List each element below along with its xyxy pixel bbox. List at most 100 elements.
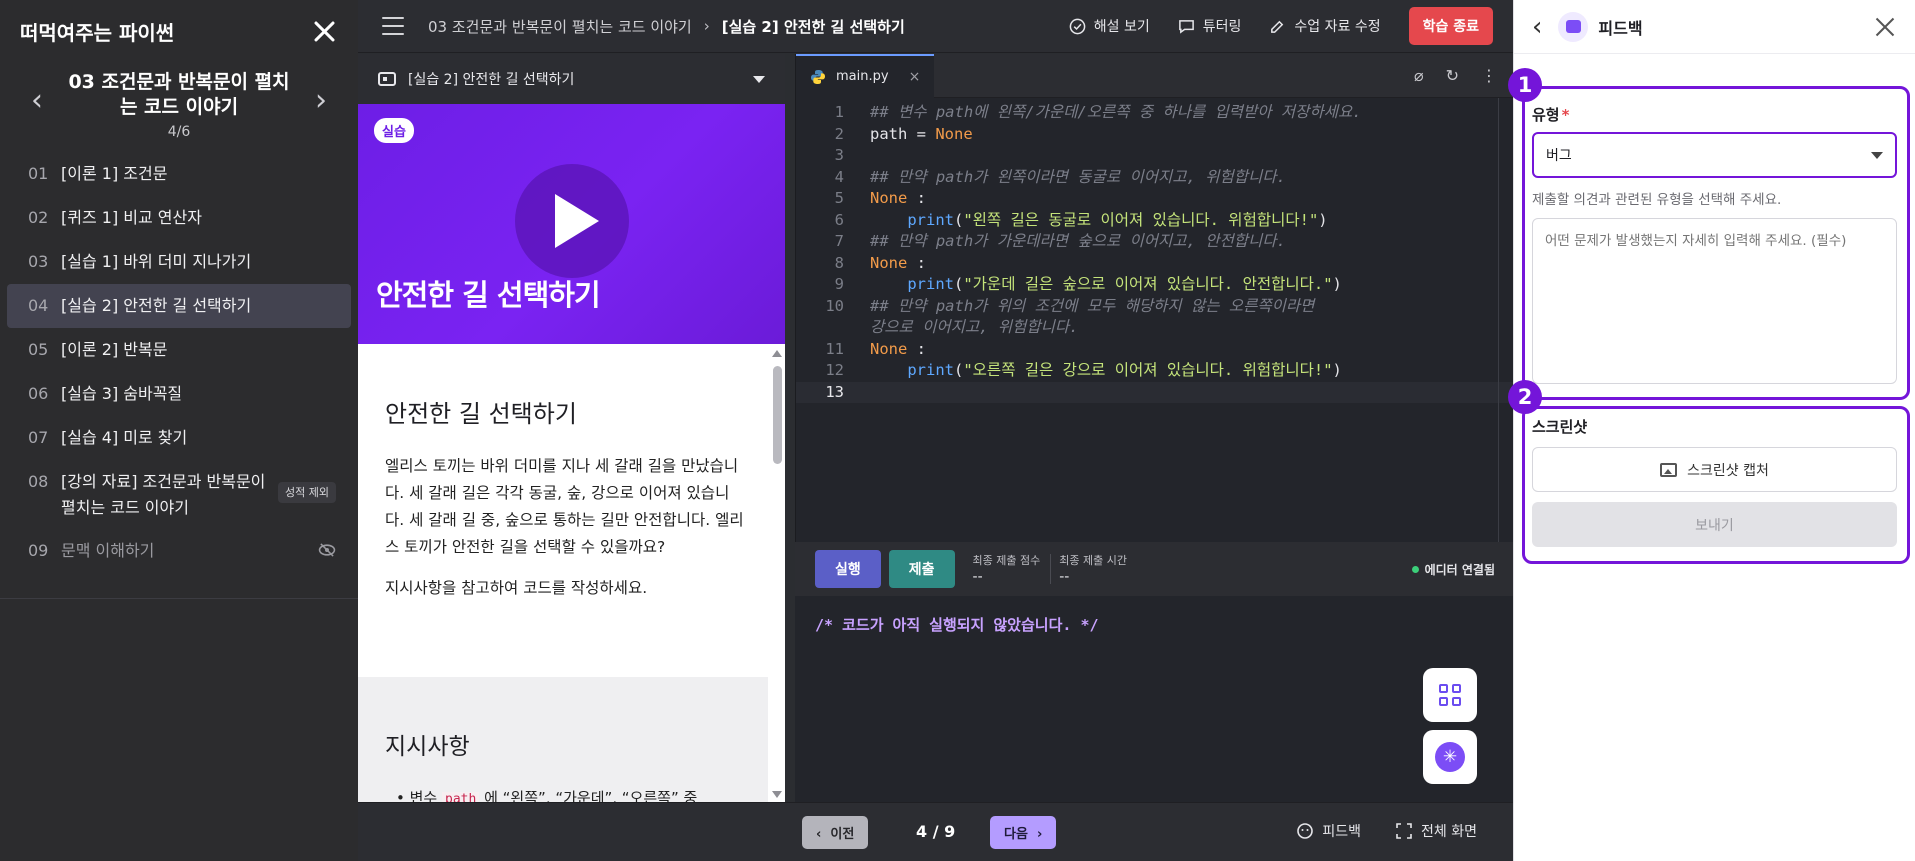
code-line[interactable]: 10 ## 만약 path가 위의 조건에 모두 해당하지 않는 오른쪽이라면	[796, 296, 1513, 318]
line-number: 6	[834, 210, 844, 229]
code-line[interactable]: 12 print("오른쪽 길은 강으로 이어져 있습니다. 위험합니다!")	[796, 360, 1513, 382]
code-line[interactable]: 5 None :	[796, 188, 1513, 210]
stat-divider	[1050, 554, 1052, 584]
lesson-item[interactable]: 08 [강의 자료] 조건문과 반복문이 펼치는 코드 이야기 성적 제외	[0, 460, 358, 529]
solution-button[interactable]: 해설 보기	[1069, 16, 1150, 36]
lesson-item[interactable]: 06 [실습 3] 숨바꼭질	[0, 372, 358, 416]
code-token: print	[907, 275, 954, 293]
lesson-item[interactable]: 07 [실습 4] 미로 찾기	[0, 416, 358, 460]
next-button[interactable]: 다음 ›	[990, 816, 1057, 849]
instructions-title: 지시사항	[385, 734, 470, 760]
play-icon[interactable]	[515, 164, 629, 278]
content-selector[interactable]: [실습 2] 안전한 길 선택하기	[358, 54, 785, 104]
line-content: None :	[846, 253, 926, 275]
caret-down-icon	[1871, 151, 1883, 159]
run-button[interactable]: 실행	[815, 550, 881, 588]
tutoring-button[interactable]: 튜터링	[1178, 16, 1241, 36]
code-line[interactable]: 7 ## 만약 path가 가운데라면 숲으로 이어지고, 안전합니다.	[796, 231, 1513, 253]
close-icon[interactable]	[1873, 15, 1897, 39]
lesson-label: [실습 2] 안전한 길 선택하기	[61, 296, 252, 315]
code-token: "왼쪽 길은 동굴로 이어져 있습니다. 위험합니다!"	[963, 210, 1319, 229]
chevron-left-icon[interactable]: ‹	[20, 70, 54, 130]
feedback-title: 피드백	[1598, 18, 1643, 38]
screenshot-capture-button[interactable]: 스크린샷 캡처	[1532, 447, 1897, 492]
lesson-number: 06	[28, 384, 49, 403]
send-button[interactable]: 보내기	[1532, 502, 1897, 547]
line-number: 9	[834, 275, 844, 293]
lesson-item[interactable]: 01 [이론 1] 조건문	[0, 152, 358, 196]
end-study-button[interactable]: 학습 종료	[1408, 7, 1493, 45]
feedback-button[interactable]: 피드백	[1296, 821, 1361, 841]
console-output: /* 코드가 아직 실행되지 않았습니다. */	[815, 616, 1099, 634]
code-line[interactable]: 강으로 이어지고, 위험합니다.	[796, 317, 1513, 339]
sidebar-header: 떠먹여주는 파이썬	[0, 0, 358, 62]
fullscreen-icon	[1396, 823, 1412, 839]
lesson-label: 문맥 이해하기	[61, 541, 155, 560]
lesson-label: [이론 1] 조건문	[61, 164, 168, 183]
ai-helper-button[interactable]: ✳	[1423, 730, 1477, 784]
more-vertical-icon[interactable]: ⋮	[1481, 66, 1497, 85]
lesson-number: 09	[28, 541, 49, 560]
content-selector-label: [실습 2] 안전한 길 선택하기	[408, 72, 575, 88]
lesson-label: [퀴즈 1] 비교 연산자	[61, 208, 202, 227]
apps-button[interactable]	[1423, 668, 1477, 722]
code-line[interactable]: 9 print("가운데 길은 숲으로 이어져 있습니다. 안전합니다.")	[796, 274, 1513, 296]
line-content: ## 변수 path에 왼쪽/가운데/오른쪽 중 하나를 입력받아 저장하세요.	[846, 102, 1362, 124]
lesson-number: 05	[28, 340, 49, 359]
refresh-icon[interactable]: ↻	[1446, 66, 1459, 85]
scroll-up-icon[interactable]	[772, 350, 782, 357]
article-scrollbar[interactable]	[772, 346, 782, 802]
code-line[interactable]: 8 None :	[796, 253, 1513, 275]
close-icon[interactable]	[310, 17, 338, 45]
editor-tabbar: main.py × ⌀ ↻ ⋮	[796, 53, 1513, 98]
file-tab[interactable]: main.py ×	[796, 53, 935, 98]
line-content: ## 만약 path가 위의 조건에 모두 해당하지 않는 오른쪽이라면	[846, 296, 1314, 318]
lesson-item[interactable]: 09 문맥 이해하기	[0, 529, 358, 573]
code-line[interactable]: 11 None :	[796, 339, 1513, 361]
editor-ruler	[1498, 98, 1499, 542]
code-line[interactable]: 6 print("왼쪽 길은 동굴로 이어져 있습니다. 위험합니다!")	[796, 210, 1513, 232]
last-time-label: 최종 제출 시간	[1059, 554, 1127, 567]
lesson-item[interactable]: 03 [실습 1] 바위 더미 지나가기	[0, 240, 358, 284]
code-line[interactable]: 2 path = None	[796, 124, 1513, 146]
instructions-section: 지시사항 • 변수 path 에 “왼쪽”, “가운데”, “오른쪽” 중	[358, 677, 768, 802]
line-content: 강으로 이어지고, 위험합니다.	[846, 317, 1078, 339]
code-line[interactable]: 13	[796, 381, 1513, 404]
close-tab-icon[interactable]: ×	[909, 69, 921, 85]
type-select[interactable]: 버그	[1532, 132, 1897, 178]
prev-button[interactable]: ‹ 이전	[802, 816, 869, 849]
type-label-text: 유형	[1532, 106, 1560, 124]
article-title: 안전한 길 선택하기	[385, 400, 577, 428]
code-area[interactable]: 1 ## 변수 path에 왼쪽/가운데/오른쪽 중 하나를 입력받아 저장하세요…	[796, 98, 1513, 403]
lesson-item[interactable]: 02 [퀴즈 1] 비교 연산자	[0, 196, 358, 240]
code-line[interactable]: 1 ## 변수 path에 왼쪽/가운데/오른쪽 중 하나를 입력받아 저장하세요…	[796, 102, 1513, 124]
breadcrumb-chapter[interactable]: 03 조건문과 반복문이 펼치는 코드 이야기	[428, 16, 692, 37]
edit-material-label: 수업 자료 수정	[1294, 19, 1381, 35]
line-number	[796, 317, 846, 339]
code-line[interactable]: 3	[796, 145, 1513, 167]
edit-material-button[interactable]: 수업 자료 수정	[1269, 16, 1381, 36]
chevron-right-icon[interactable]: ›	[304, 70, 338, 130]
submit-button[interactable]: 제출	[888, 550, 955, 588]
lesson-item-active[interactable]: 04 [실습 2] 안전한 길 선택하기	[7, 284, 351, 328]
code-token: ## 만약 path가 가운데라면 숲으로 이어지고, 안전합니다.	[870, 232, 1286, 250]
file-tab-label: main.py	[836, 69, 889, 84]
scroll-thumb[interactable]	[773, 366, 782, 464]
line-content	[846, 382, 870, 404]
breadcrumb-current: [실습 2] 안전한 길 선택하기	[721, 17, 905, 36]
menu-icon[interactable]	[382, 17, 404, 35]
chapter-info: 03 조건문과 반복문이 펼치는 코드 이야기 4/6	[54, 70, 304, 140]
editor-tools: ⌀ ↻ ⋮	[1414, 66, 1497, 85]
code-token: print	[907, 210, 954, 229]
detail-textarea[interactable]	[1532, 218, 1897, 384]
fullscreen-button[interactable]: 전체 화면	[1395, 821, 1477, 841]
back-arrow-icon[interactable]: ‹	[1532, 12, 1542, 42]
code-line[interactable]: 4 ## 만약 path가 왼쪽이라면 동굴로 이어지고, 위험합니다.	[796, 167, 1513, 189]
attach-icon[interactable]: ⌀	[1414, 66, 1424, 85]
feedback-label: 피드백	[1322, 824, 1362, 840]
type-label: 유형 *	[1532, 104, 1569, 125]
lesson-item[interactable]: 05 [이론 2] 반복문	[0, 328, 358, 372]
scroll-down-icon[interactable]	[772, 791, 782, 798]
line-number: 10	[825, 296, 844, 315]
